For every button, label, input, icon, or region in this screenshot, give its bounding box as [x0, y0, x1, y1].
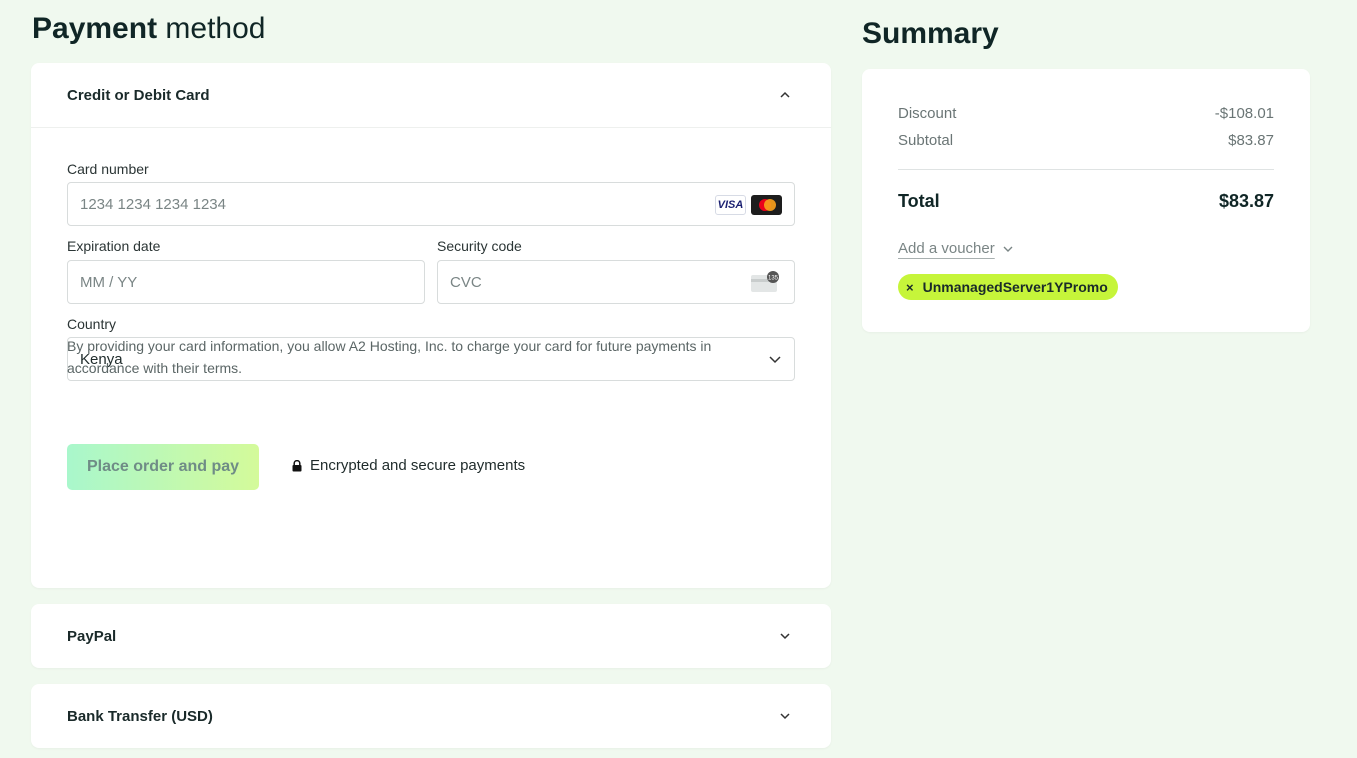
- country-label: Country: [67, 316, 117, 332]
- paypal-title: PayPal: [67, 627, 117, 645]
- security-code-input[interactable]: CVC 135: [437, 260, 795, 304]
- page-title-light: method: [165, 12, 266, 45]
- security-code-placeholder: CVC: [450, 273, 482, 291]
- total-value: $83.87: [1218, 191, 1274, 211]
- chevron-down-icon: [1003, 246, 1013, 252]
- card-payment-panel: Credit or Debit Card Card number 1234 12…: [31, 63, 831, 588]
- card-panel-header[interactable]: Credit or Debit Card: [31, 63, 831, 127]
- card-number-placeholder: 1234 1234 1234 1234: [80, 195, 226, 213]
- add-voucher-label: Add a voucher: [898, 240, 995, 257]
- secure-payments-text: Encrypted and secure payments: [310, 457, 526, 474]
- chevron-up-icon: [780, 91, 790, 98]
- total-row: Total $83.87: [898, 191, 1274, 212]
- visa-icon: VISA: [715, 195, 746, 215]
- chevron-down-icon: [780, 713, 790, 720]
- page-title-bold: Payment: [32, 12, 158, 45]
- card-brands: VISA: [715, 195, 782, 215]
- subtotal-value: $83.87: [1228, 132, 1274, 149]
- total-label: Total: [898, 191, 940, 211]
- security-code-label: Security code: [437, 238, 522, 254]
- expiry-input[interactable]: MM / YY: [67, 260, 425, 304]
- summary-title: Summary: [862, 17, 999, 50]
- applied-voucher-code: UnmanagedServer1YPromo: [922, 279, 1108, 295]
- bank-transfer-panel-header[interactable]: Bank Transfer (USD): [31, 684, 831, 748]
- card-number-label: Card number: [67, 161, 149, 177]
- place-order-button[interactable]: Place order and pay: [67, 444, 259, 490]
- paypal-panel[interactable]: PayPal: [31, 604, 831, 668]
- cvc-card-icon: 135: [751, 271, 779, 292]
- mastercard-icon: [751, 195, 782, 215]
- terms-text: By providing your card information, you …: [67, 338, 712, 376]
- cvc-icon-digits: 135: [768, 276, 779, 282]
- subtotal-row: Subtotal $83.87: [898, 132, 1274, 149]
- bank-transfer-title: Bank Transfer (USD): [67, 707, 213, 725]
- lock-icon: [292, 459, 302, 471]
- add-voucher-toggle[interactable]: Add a voucher: [898, 240, 1013, 257]
- close-icon[interactable]: ×: [906, 280, 914, 295]
- discount-value: -$108.01: [1214, 105, 1274, 122]
- card-number-input[interactable]: 1234 1234 1234 1234 VISA: [67, 182, 795, 226]
- card-panel-title: Credit or Debit Card: [67, 86, 210, 104]
- summary-card: Discount -$108.01 Subtotal $83.87 Total …: [862, 69, 1310, 332]
- discount-label: Discount: [898, 105, 957, 122]
- discount-row: Discount -$108.01: [898, 105, 1274, 122]
- subtotal-label: Subtotal: [898, 132, 954, 149]
- bank-transfer-panel[interactable]: Bank Transfer (USD): [31, 684, 831, 748]
- summary-divider: [898, 169, 1274, 170]
- applied-voucher-chip: × UnmanagedServer1YPromo: [898, 274, 1118, 300]
- secure-payments-note: Encrypted and secure payments: [292, 457, 525, 474]
- expiry-placeholder: MM / YY: [80, 273, 138, 291]
- paypal-panel-header[interactable]: PayPal: [31, 604, 831, 668]
- chevron-down-icon: [780, 633, 790, 640]
- expiry-label: Expiration date: [67, 238, 161, 254]
- page-title: Payment method: [32, 12, 265, 46]
- panel-divider: [31, 127, 831, 128]
